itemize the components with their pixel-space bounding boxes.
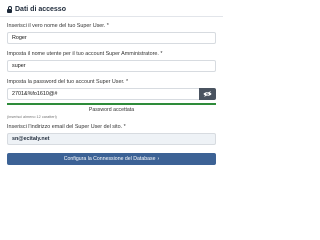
show-password-button[interactable] [199,88,216,100]
username-label: Imposta il nome utente per il tuo accoun… [7,51,163,57]
lock-icon [7,5,13,13]
real-name-input[interactable]: Roger [7,32,216,44]
section-divider [0,16,223,17]
password-field-group: 2701&%fo1610@# [7,88,216,100]
chevron-right-icon: › [157,156,160,162]
password-label: Imposta la password del tuo account Supe… [7,79,129,85]
eye-icon [203,91,212,97]
username-input[interactable]: super [7,60,216,72]
section-header: Dati di accesso [7,2,216,16]
password-strength-text: Password accettata [88,107,135,113]
email-input[interactable]: sn@ecitaly.net [7,133,216,145]
setup-database-button[interactable]: Configura la Connessione del Database › [7,153,216,165]
password-input[interactable]: 2701&%fo1610@# [7,88,199,100]
email-label: Inserisci l'indirizzo email del Super Us… [7,124,126,130]
setup-database-button-label: Configura la Connessione del Database [63,156,156,162]
real-name-label: Inserisci il vero nome del tuo Super Use… [7,23,109,29]
installer-login-form: Dati di accesso Inserisci il vero nome d… [0,2,223,202]
password-strength-meter [7,103,216,105]
password-strength-fill [7,103,216,105]
section-title: Dati di accesso [15,5,66,13]
